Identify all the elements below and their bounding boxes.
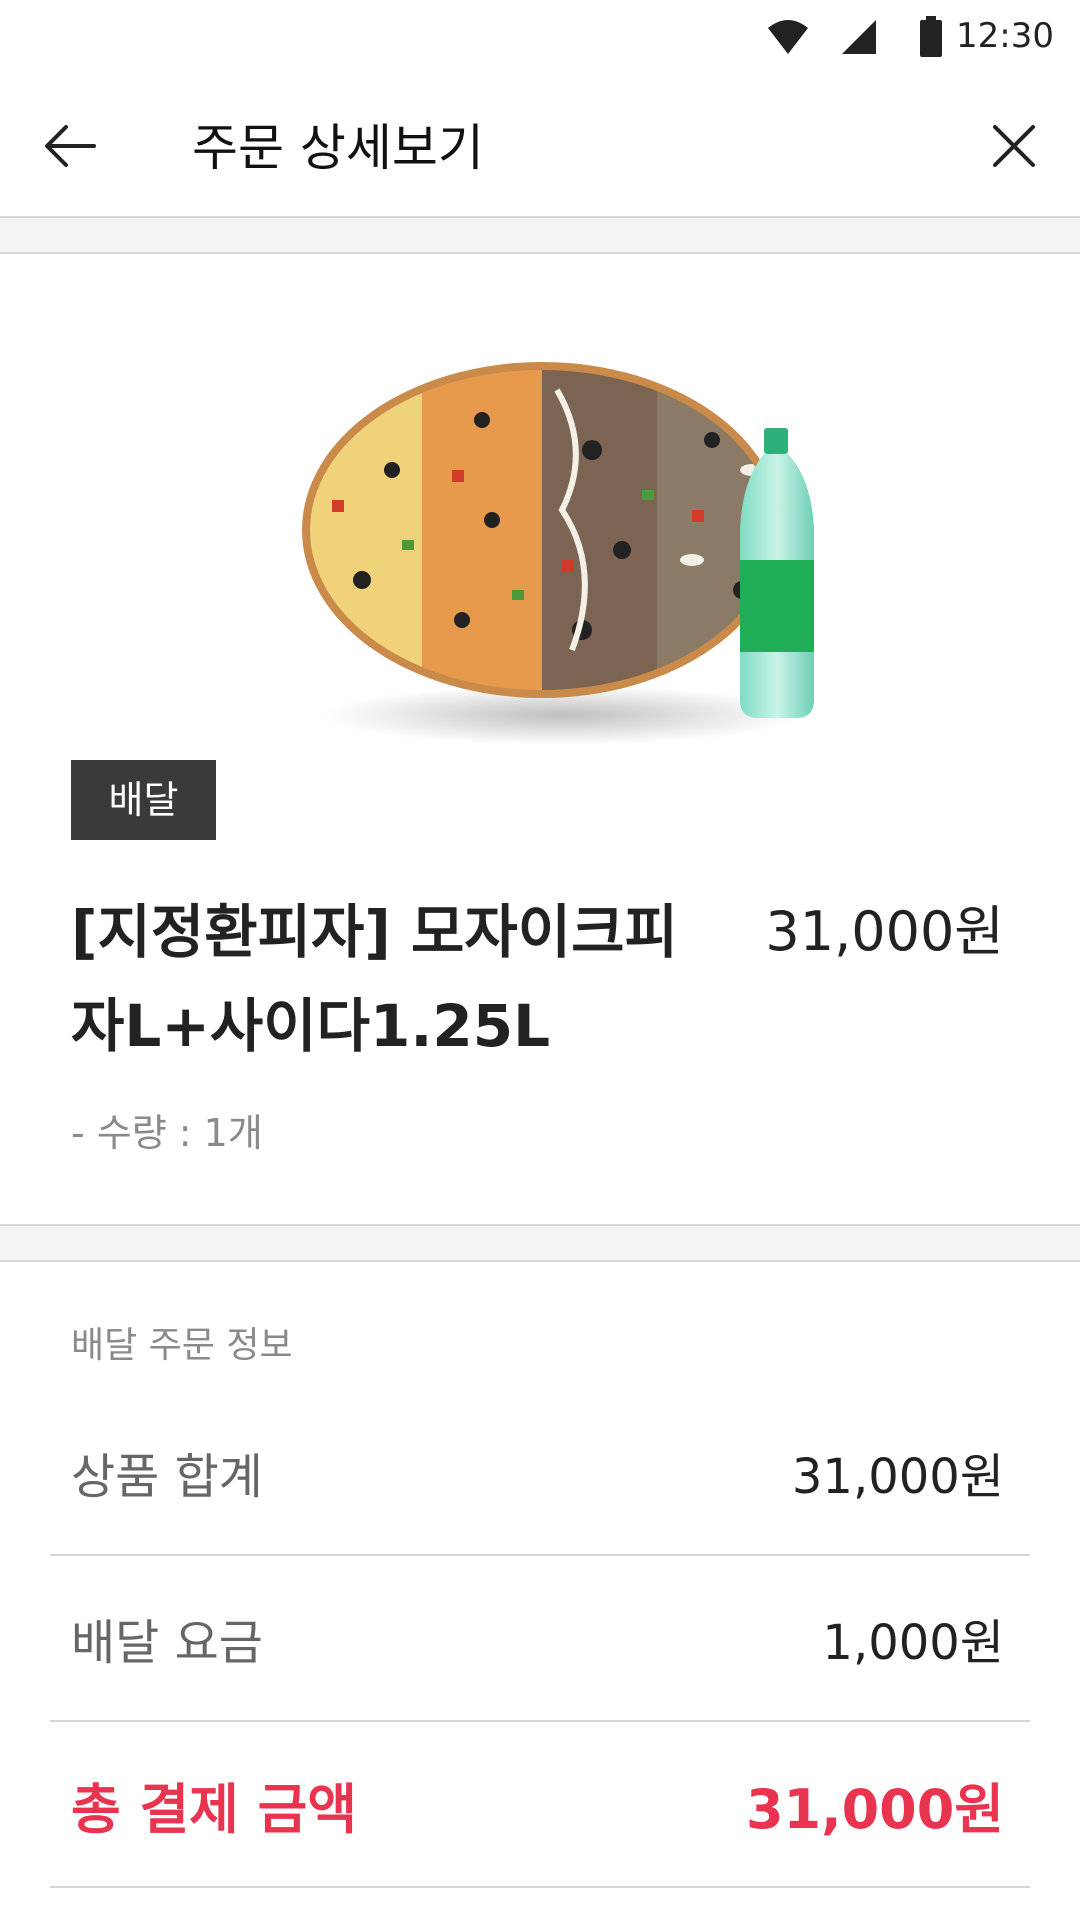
delivery-badge: 배달 (71, 760, 216, 840)
close-icon (991, 123, 1037, 173)
product-quantity: - 수량 : 1개 (71, 1111, 263, 1155)
arrow-left-icon (44, 124, 96, 172)
page-title: 주문 상세보기 (192, 119, 484, 177)
wifi-icon (766, 16, 810, 60)
product-price: 31,000원 (765, 900, 1004, 963)
close-button[interactable] (978, 112, 1050, 184)
subtotal-row: 상품 합계 31,000원 (50, 1390, 1030, 1556)
back-button[interactable] (34, 112, 106, 184)
product-name: [지정환피자] 모자이크피자L+사이다1.25L (71, 898, 678, 1060)
subtotal-value: 31,000원 (791, 1449, 1004, 1505)
total-row: 총 결제 금액 31,000원 (50, 1722, 1030, 1888)
order-info-title: 배달 주문 정보 (71, 1325, 293, 1366)
status-time: 12:30 (956, 16, 1054, 56)
battery-icon (918, 16, 944, 62)
delivery-fee-value: 1,000원 (822, 1615, 1004, 1671)
total-value: 31,000원 (745, 1777, 1004, 1841)
product-image (292, 330, 852, 770)
cellular-signal-icon (840, 16, 880, 60)
section-divider (0, 216, 1080, 254)
section-divider (0, 1224, 1080, 1262)
status-bar: 12:30 (0, 0, 1080, 78)
delivery-fee-label: 배달 요금 (71, 1615, 263, 1671)
subtotal-label: 상품 합계 (71, 1449, 263, 1505)
delivery-fee-row: 배달 요금 1,000원 (50, 1556, 1030, 1722)
total-label: 총 결제 금액 (71, 1777, 357, 1841)
app-header: 주문 상세보기 (0, 78, 1080, 216)
